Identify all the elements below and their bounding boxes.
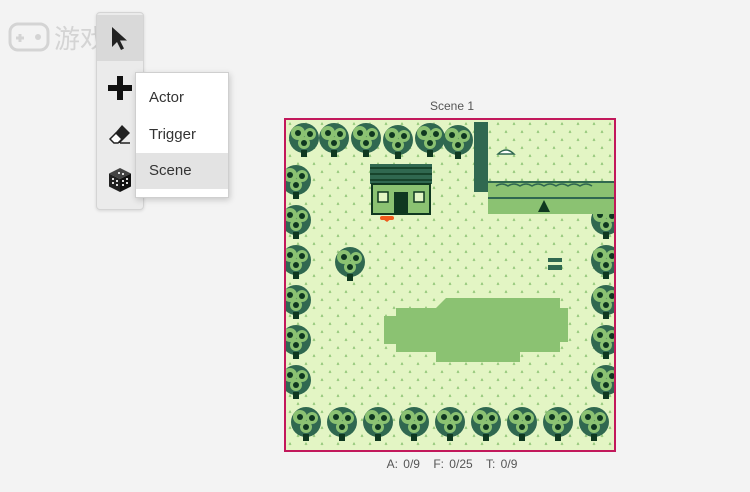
- add-menu: Actor Trigger Scene: [135, 72, 229, 198]
- actor-count: A: 0/9: [386, 457, 420, 471]
- frame-count: F: 0/25: [433, 457, 473, 471]
- scene-canvas[interactable]: [284, 118, 616, 452]
- trigger-count: T: 0/9: [486, 457, 518, 471]
- chest: [548, 258, 562, 270]
- plus-icon: [108, 76, 132, 100]
- scene-stats: A: 0/9 F: 0/25 T: 0/9: [284, 457, 620, 471]
- scene-map: [286, 120, 614, 450]
- menu-item-trigger[interactable]: Trigger: [136, 117, 228, 153]
- house: [370, 164, 432, 222]
- cursor-icon: [112, 27, 127, 50]
- menu-item-scene[interactable]: Scene: [136, 153, 228, 189]
- scene-title[interactable]: Scene 1: [284, 99, 620, 113]
- select-tool-button[interactable]: [97, 15, 143, 61]
- eraser-icon: [108, 125, 130, 144]
- bottom-trees: [291, 407, 609, 441]
- palette-cube-icon: [109, 168, 131, 192]
- menu-item-actor[interactable]: Actor: [136, 80, 228, 116]
